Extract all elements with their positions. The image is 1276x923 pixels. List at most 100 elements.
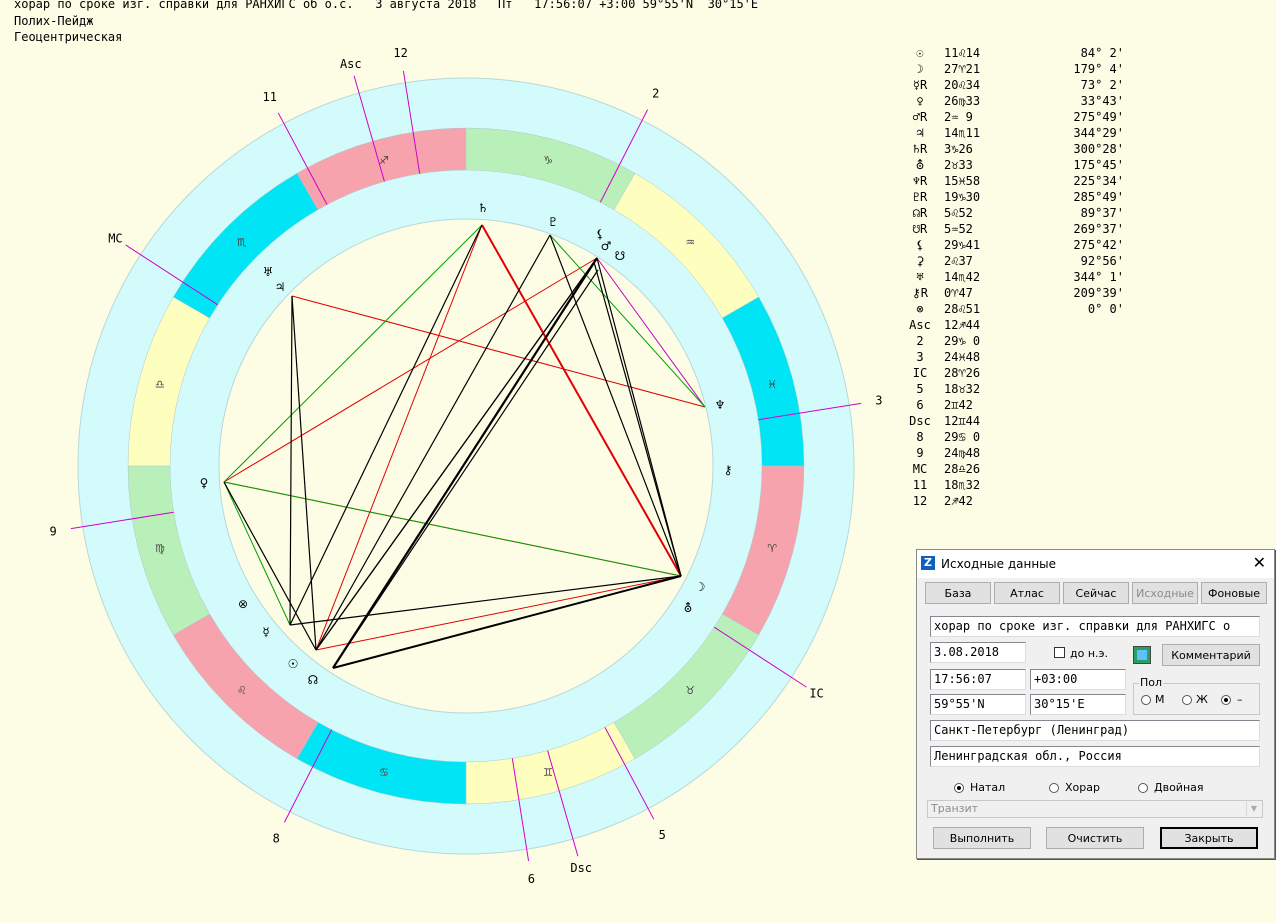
- planet-symbol: IC: [912, 366, 928, 380]
- planet-longitude: 275°42': [1073, 238, 1124, 252]
- house-label: 12: [393, 46, 407, 60]
- timezone-field[interactable]: +03:00: [1030, 669, 1126, 690]
- planet-longitude: 179° 4': [1073, 62, 1124, 76]
- bc-checkbox[interactable]: [1054, 647, 1065, 658]
- planet-symbol: 5: [916, 382, 924, 396]
- planet-glyph: ♅: [263, 265, 274, 279]
- house-label: MC: [108, 231, 122, 245]
- transit-select-value: Транзит: [931, 802, 979, 815]
- planet-longitude: 0° 0': [1087, 302, 1124, 316]
- close-icon[interactable]: ✕: [1253, 554, 1266, 572]
- planet-position: 18♏32: [944, 478, 981, 492]
- planet-position: 2♌37: [944, 254, 973, 268]
- transit-select[interactable]: Транзит ▼: [927, 800, 1263, 818]
- house-label: 11: [263, 90, 277, 104]
- close-button[interactable]: Закрыть: [1160, 827, 1258, 849]
- clear-button[interactable]: Очистить: [1046, 827, 1144, 849]
- planet-symbol: ♂R: [912, 110, 928, 124]
- sex-m-radio[interactable]: [1141, 695, 1151, 705]
- sex-m-label: М: [1155, 693, 1165, 706]
- planet-position: 29♑41: [944, 238, 981, 252]
- sign-glyph: ♉: [685, 684, 695, 697]
- sign-glyph: ♏: [237, 236, 247, 249]
- map-icon[interactable]: [1133, 646, 1151, 664]
- planet-position: 26♍33: [944, 94, 981, 108]
- planet-symbol: 12: [912, 494, 928, 508]
- time-field[interactable]: 17:56:07: [930, 669, 1026, 690]
- mode-natal-label: Натал: [970, 781, 1006, 794]
- planet-symbol: ⊗: [916, 302, 924, 316]
- comment-button[interactable]: Комментарий: [1162, 644, 1260, 666]
- house-label: IC: [809, 687, 823, 701]
- mode-double-radio[interactable]: [1138, 783, 1148, 793]
- latitude-field[interactable]: 59°55'N: [930, 694, 1026, 715]
- planet-position: 28♌51: [944, 302, 981, 316]
- planet-position: 2♊42: [944, 398, 973, 412]
- chevron-down-icon[interactable]: ▼: [1246, 802, 1261, 816]
- background-button[interactable]: Фоновые: [1201, 582, 1267, 604]
- planet-symbol: ☉: [916, 46, 924, 60]
- run-button[interactable]: Выполнить: [933, 827, 1031, 849]
- planet-position: 12♊44: [944, 414, 981, 428]
- longitude-field[interactable]: 30°15'E: [1030, 694, 1126, 715]
- planet-position: 2♐42: [944, 494, 973, 508]
- region-field[interactable]: Ленинградская обл., Россия: [930, 746, 1260, 767]
- sign-glyph: ♊: [543, 766, 553, 779]
- planet-longitude: 84° 2': [1080, 46, 1124, 60]
- wheel-rings: ♈ ♉ ♊ ♋ ♌ ♍ ♎ ♏ ♐ ♑ ♒ ♓: [77, 77, 855, 855]
- mode-horar-label: Хорар: [1065, 781, 1100, 794]
- planet-symbol: Dsc: [909, 414, 931, 428]
- planet-glyph: ☊: [308, 673, 319, 687]
- sign-glyph: ♎: [155, 378, 165, 391]
- planet-symbol: 9: [916, 446, 924, 460]
- planet-position: 24♓48: [944, 350, 981, 364]
- mode-horar-radio[interactable]: [1049, 783, 1059, 793]
- planet-glyph: ♂: [601, 239, 612, 253]
- planet-position: 11♌14: [944, 46, 981, 60]
- planet-glyph: ⛢: [684, 601, 693, 615]
- planet-glyph: ⚷: [724, 463, 733, 477]
- source-button[interactable]: Исходные: [1132, 582, 1198, 604]
- sign-glyph: ♑: [543, 154, 553, 167]
- sign-glyph: ♒: [685, 236, 695, 249]
- planet-symbol: ☽: [916, 62, 924, 76]
- planet-position: 20♌34: [944, 78, 981, 92]
- now-button[interactable]: Сейчас: [1063, 582, 1129, 604]
- planet-position: 18♉32: [944, 382, 981, 396]
- bc-label: до н.э.: [1070, 647, 1109, 660]
- planet-glyph: ♄: [478, 201, 489, 215]
- sex-none-radio[interactable]: [1221, 695, 1231, 705]
- planet-glyph: ☋: [615, 249, 626, 263]
- planet-position: 3♑26: [944, 142, 973, 156]
- planet-symbol: 11: [912, 478, 928, 492]
- base-button[interactable]: База: [925, 582, 991, 604]
- sex-f-radio[interactable]: [1182, 695, 1192, 705]
- planet-symbol: 6: [916, 398, 924, 412]
- planet-longitude: 89°37': [1080, 206, 1124, 220]
- planet-symbol: ⚸: [915, 238, 925, 252]
- house-label: 6: [528, 872, 535, 886]
- planet-symbol: ☿R: [912, 78, 928, 92]
- house-label: 9: [50, 524, 57, 538]
- planet-position: 19♑30: [944, 190, 981, 204]
- dialog-titlebar[interactable]: Z Исходные данные ✕: [917, 550, 1274, 578]
- planet-symbol: ⛢: [915, 158, 925, 172]
- planet-position: 28♎26: [944, 462, 981, 476]
- planet-position: 27♈21: [944, 62, 981, 76]
- planet-glyph: ☽: [695, 580, 706, 594]
- house-label: 8: [273, 831, 280, 845]
- dialog-title: Исходные данные: [941, 557, 1057, 571]
- planet-symbol: ♃: [916, 126, 924, 140]
- city-field[interactable]: Санкт-Петербург (Ленинград): [930, 720, 1260, 741]
- planet-symbol: ♇R: [912, 190, 928, 204]
- sex-group-label: Пол: [1139, 676, 1164, 689]
- mode-natal-radio[interactable]: [954, 783, 964, 793]
- sign-glyph: ♓: [767, 378, 777, 391]
- house-label: 3: [875, 394, 882, 408]
- planet-longitude: 269°37': [1073, 222, 1124, 236]
- atlas-button[interactable]: Атлас: [994, 582, 1060, 604]
- source-data-dialog: Z Исходные данные ✕ База Атлас Сейчас Ис…: [916, 549, 1275, 859]
- planet-position: 2♒ 9: [944, 110, 973, 124]
- date-field[interactable]: 3.08.2018: [930, 642, 1026, 663]
- chart-name-field[interactable]: хорар по сроке изг. справки для РАНХИГС …: [930, 616, 1260, 637]
